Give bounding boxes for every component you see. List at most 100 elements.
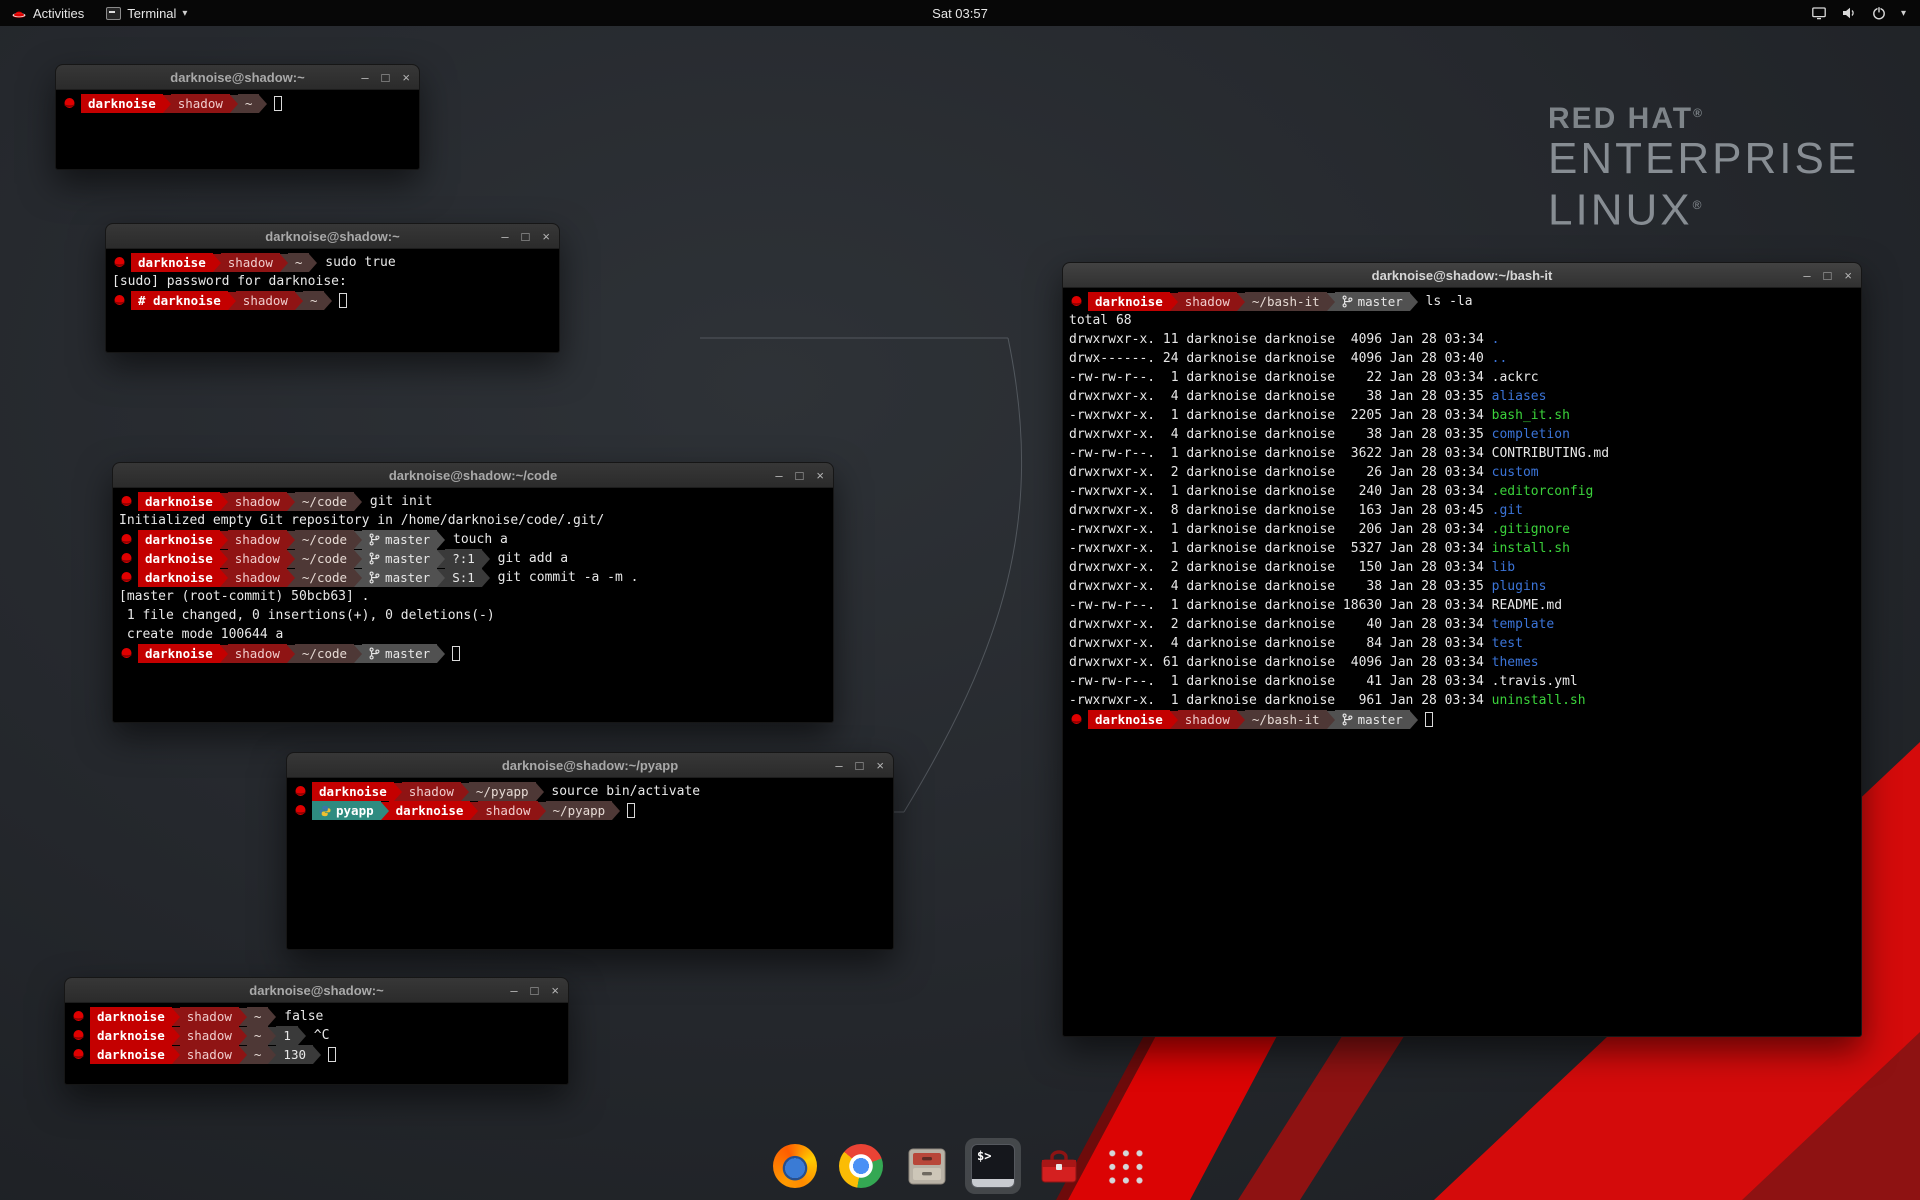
close-button[interactable]: × <box>402 65 410 90</box>
output-text: .travis.yml <box>1492 674 1578 689</box>
powerline-arrow <box>612 802 620 820</box>
terminal-content[interactable]: darknoiseshadow~/bash-itmaster ls -latot… <box>1063 288 1861 731</box>
terminal-line: -rwxrwxr-x. 1 darknoise darknoise 240 Ja… <box>1069 482 1855 501</box>
command-text: false <box>276 1009 323 1024</box>
terminal-window[interactable]: darknoise@shadow:~ – □ × darknoiseshadow… <box>55 64 420 170</box>
powerline-arrow <box>354 645 362 663</box>
redhat-prompt-icon <box>120 495 133 508</box>
terminal-content[interactable]: darknoiseshadow~/pyapp source bin/activa… <box>287 778 893 822</box>
power-icon[interactable] <box>1871 5 1887 21</box>
minimize-button[interactable]: – <box>775 463 782 488</box>
maximize-button[interactable]: □ <box>531 978 539 1003</box>
terminal-mini-icon <box>106 7 121 20</box>
prompt-segment-git: master <box>362 530 437 549</box>
prompt-segment-user: # darknoise <box>131 291 228 310</box>
close-button[interactable]: × <box>551 978 559 1003</box>
maximize-button[interactable]: □ <box>1824 263 1832 288</box>
terminal-line: darknoiseshadow~/pyapp source bin/activa… <box>293 782 887 801</box>
clock[interactable]: Sat 03:57 <box>0 6 1920 21</box>
desktop[interactable]: { "topbar": { "activities_label": "Activ… <box>0 0 1920 1200</box>
chrome-icon <box>839 1144 883 1188</box>
prompt-segment-host: shadow <box>478 801 537 820</box>
terminal-cursor <box>339 293 347 308</box>
terminal-content[interactable]: darknoiseshadow~/code git initInitialize… <box>113 488 833 665</box>
terminal-content[interactable]: darknoiseshadow~ <box>56 90 419 115</box>
terminal-window[interactable]: darknoise@shadow:~/pyapp – □ × darknoise… <box>286 752 894 950</box>
output-text: install.sh <box>1492 541 1570 556</box>
output-text: -rwxrwxr-x. 1 darknoise darknoise 2205 J… <box>1069 408 1492 423</box>
terminal-window[interactable]: darknoise@shadow:~/code – □ × darknoises… <box>112 462 834 723</box>
prompt-segment-host: shadow <box>228 549 287 568</box>
dock-item-toolbox[interactable] <box>1031 1138 1087 1194</box>
minimize-button[interactable]: – <box>361 65 368 90</box>
prompt-segment-git: master <box>362 549 437 568</box>
maximize-button[interactable]: □ <box>796 463 804 488</box>
dock-item-chrome[interactable] <box>833 1138 889 1194</box>
terminal-line: pyappdarknoiseshadow~/pyapp <box>293 801 887 820</box>
window-titlebar[interactable]: darknoise@shadow:~ – □ × <box>65 978 568 1003</box>
powerline-arrow <box>228 292 236 310</box>
powerline-arrow <box>220 493 228 511</box>
window-titlebar[interactable]: darknoise@shadow:~ – □ × <box>106 224 559 249</box>
command-text: git init <box>362 494 432 509</box>
output-text: drwxrwxr-x. 4 darknoise darknoise 38 Jan… <box>1069 389 1492 404</box>
powerline-arrow <box>482 569 490 587</box>
git-branch-icon <box>1342 713 1353 726</box>
terminal-content[interactable]: darknoiseshadow~ sudo true[sudo] passwor… <box>106 249 559 312</box>
powerline-arrow <box>213 254 221 272</box>
output-text: -rwxrwxr-x. 1 darknoise darknoise 240 Ja… <box>1069 484 1492 499</box>
git-branch-icon <box>369 647 380 660</box>
maximize-button[interactable]: □ <box>522 224 530 249</box>
powerline-arrow <box>220 550 228 568</box>
close-button[interactable]: × <box>542 224 550 249</box>
prompt-segment-user: darknoise <box>1088 292 1170 311</box>
minimize-button[interactable]: – <box>835 753 842 778</box>
terminal-window[interactable]: darknoise@shadow:~ – □ × darknoiseshadow… <box>105 223 560 353</box>
git-branch-icon <box>369 571 380 584</box>
redhat-prompt-icon <box>120 533 133 546</box>
registered-mark: ® <box>1693 198 1705 212</box>
window-titlebar[interactable]: darknoise@shadow:~/code – □ × <box>113 463 833 488</box>
powerline-arrow <box>220 569 228 587</box>
output-text: drwxrwxr-x. 11 darknoise darknoise 4096 … <box>1069 332 1492 347</box>
dock-item-terminal[interactable]: $> <box>965 1138 1021 1194</box>
terminal-line: darknoiseshadow~/bash-itmaster <box>1069 710 1855 729</box>
powerline-arrow <box>536 783 544 801</box>
activities-button[interactable]: Activities <box>0 0 95 26</box>
terminal-line: total 68 <box>1069 311 1855 330</box>
window-titlebar[interactable]: darknoise@shadow:~ – □ × <box>56 65 419 90</box>
minimize-button[interactable]: – <box>1803 263 1810 288</box>
dock-item-files[interactable] <box>899 1138 955 1194</box>
display-status-icon[interactable] <box>1811 5 1827 21</box>
output-text: .git <box>1492 503 1523 518</box>
app-menu-terminal[interactable]: Terminal ▾ <box>95 0 198 26</box>
prompt-segment-path: ~ <box>238 94 260 113</box>
prompt-segment-path: ~/code <box>295 568 354 587</box>
window-titlebar[interactable]: darknoise@shadow:~/bash-it – □ × <box>1063 263 1861 288</box>
prompt-segment-path: ~ <box>247 1026 269 1045</box>
terminal-line: darknoiseshadow~1 ^C <box>71 1026 562 1045</box>
terminal-line: create mode 100644 a <box>119 625 827 644</box>
minimize-button[interactable]: – <box>510 978 517 1003</box>
powerline-arrow <box>280 254 288 272</box>
close-button[interactable]: × <box>1844 263 1852 288</box>
close-button[interactable]: × <box>816 463 824 488</box>
prompt-segment-path: ~ <box>247 1007 269 1026</box>
maximize-button[interactable]: □ <box>382 65 390 90</box>
close-button[interactable]: × <box>876 753 884 778</box>
dock-item-show-applications[interactable] <box>1097 1138 1153 1194</box>
volume-icon[interactable] <box>1841 5 1857 21</box>
terminal-content[interactable]: darknoiseshadow~ falsedarknoiseshadow~1 … <box>65 1003 568 1066</box>
redhat-prompt-icon <box>294 804 307 817</box>
powerline-arrow <box>437 569 445 587</box>
minimize-button[interactable]: – <box>501 224 508 249</box>
window-titlebar[interactable]: darknoise@shadow:~/pyapp – □ × <box>287 753 893 778</box>
status-menu-chevron-icon[interactable]: ▾ <box>1901 8 1906 19</box>
powerline-arrow <box>239 1008 247 1026</box>
terminal-window-focused[interactable]: darknoise@shadow:~/bash-it – □ × darknoi… <box>1062 262 1862 1037</box>
maximize-button[interactable]: □ <box>856 753 864 778</box>
dock-item-firefox[interactable] <box>767 1138 823 1194</box>
registered-mark: ® <box>1693 106 1704 120</box>
terminal-window[interactable]: darknoise@shadow:~ – □ × darknoiseshadow… <box>64 977 569 1085</box>
prompt-segment-user: darknoise <box>90 1045 172 1064</box>
